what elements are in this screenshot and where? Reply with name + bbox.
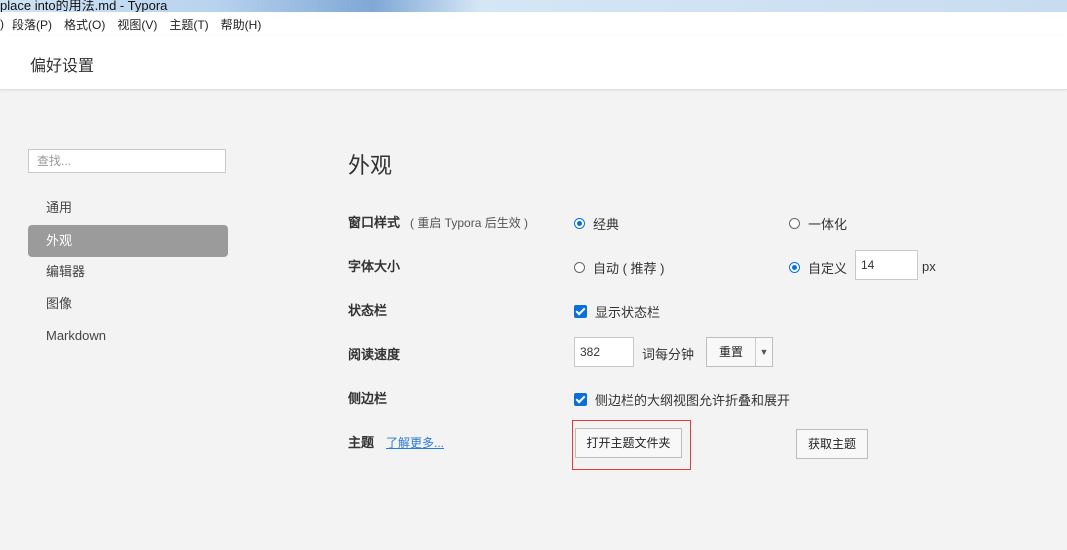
- sidebar-item-general[interactable]: 通用: [28, 192, 228, 224]
- menu-item-paragraph[interactable]: 段落(P): [12, 16, 52, 33]
- status-bar-label: 状态栏: [348, 303, 388, 318]
- menu-item-help[interactable]: 帮助(H): [221, 16, 262, 33]
- section-title: 外观: [348, 153, 393, 178]
- font-size-custom-label: 自定义: [808, 261, 848, 276]
- radio-selected-icon[interactable]: [574, 218, 585, 229]
- window-style-unified-label: 一体化: [808, 217, 848, 232]
- sidebar-item-appearance[interactable]: 外观: [28, 225, 228, 257]
- checkbox-checked-icon[interactable]: [574, 393, 587, 406]
- theme-label-text: 主题: [348, 435, 375, 450]
- radio-unselected-icon[interactable]: [574, 262, 585, 273]
- reading-speed-unit: 词每分钟: [642, 347, 695, 362]
- get-themes-button[interactable]: 获取主题: [796, 429, 868, 459]
- window-style-classic-option[interactable]: 经典: [574, 214, 619, 233]
- window-style-classic-label: 经典: [593, 217, 620, 232]
- search-input[interactable]: [28, 149, 226, 173]
- page-title: 偏好设置: [30, 58, 95, 75]
- reading-speed-input[interactable]: [574, 337, 634, 367]
- theme-label: 主题 了解更多...: [348, 432, 444, 451]
- window-style-label-text: 窗口样式: [348, 215, 401, 230]
- window-titlebar: place into的用法.md - Typora: [0, 0, 1067, 12]
- window-style-hint: ( 重启 Typora 后生效 ): [410, 216, 529, 230]
- preferences-header: 偏好设置: [0, 36, 1067, 90]
- font-size-auto-option[interactable]: 自动 ( 推荐 ): [574, 258, 665, 277]
- radio-selected-icon[interactable]: [789, 262, 800, 273]
- reading-speed-label: 阅读速度: [348, 347, 401, 362]
- chevron-down-icon[interactable]: ▼: [755, 337, 773, 367]
- font-size-custom-option[interactable]: 自定义: [789, 258, 847, 277]
- window-style-unified-option[interactable]: 一体化: [789, 214, 847, 233]
- sidebar-item-editor[interactable]: 编辑器: [28, 256, 228, 288]
- font-size-unit: px: [922, 259, 936, 274]
- menu-item-view[interactable]: 视图(V): [117, 16, 157, 33]
- menu-item-format[interactable]: 格式(O): [64, 16, 105, 33]
- window-title: place into的用法.md - Typora: [0, 0, 168, 12]
- checkbox-checked-icon[interactable]: [574, 305, 587, 318]
- sidebar-outline-option[interactable]: 侧边栏的大纲视图允许折叠和展开: [574, 390, 790, 409]
- sidebar-setting-label: 侧边栏: [348, 391, 388, 406]
- font-size-input[interactable]: [855, 250, 918, 280]
- radio-unselected-icon[interactable]: [789, 218, 800, 229]
- font-size-label: 字体大小: [348, 259, 401, 274]
- sidebar-item-image[interactable]: 图像: [28, 288, 228, 320]
- status-bar-option[interactable]: 显示状态栏: [574, 302, 660, 321]
- menu-item-theme[interactable]: 主题(T): [169, 16, 208, 33]
- window-style-label: 窗口样式 ( 重启 Typora 后生效 ): [348, 212, 528, 231]
- sidebar-item-markdown[interactable]: Markdown: [28, 320, 228, 352]
- status-bar-checkbox-label: 显示状态栏: [595, 305, 661, 320]
- sidebar-outline-checkbox-label: 侧边栏的大纲视图允许折叠和展开: [595, 393, 791, 408]
- font-size-auto-label: 自动 ( 推荐 ): [593, 261, 665, 276]
- menubar: ) 段落(P) 格式(O) 视图(V) 主题(T) 帮助(H): [0, 12, 1067, 36]
- learn-more-link[interactable]: 了解更多...: [386, 436, 444, 450]
- menu-item-partial[interactable]: ): [0, 17, 4, 31]
- open-theme-folder-button[interactable]: 打开主题文件夹: [575, 428, 682, 458]
- reset-button[interactable]: 重置: [706, 337, 756, 367]
